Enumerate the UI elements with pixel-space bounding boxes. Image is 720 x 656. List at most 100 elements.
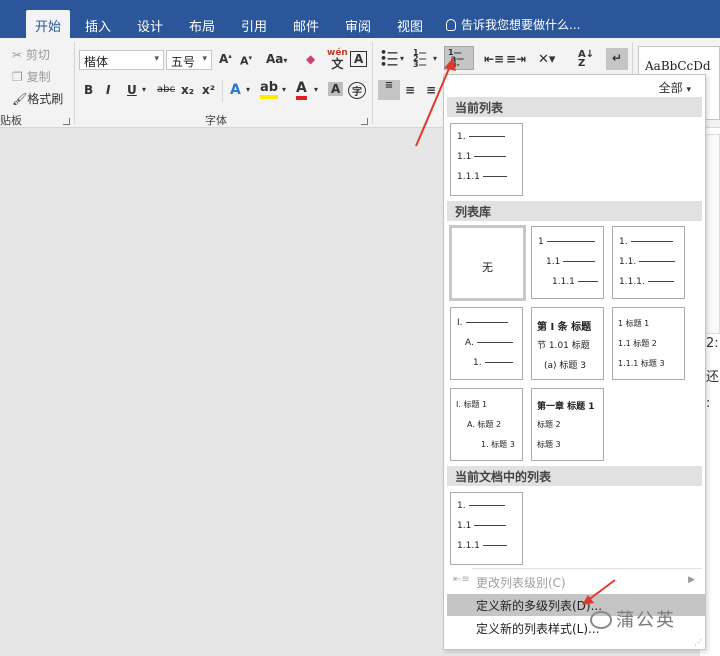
change-case-label: Aa [266,52,284,66]
chevron-down-icon[interactable]: ▾ [282,85,286,94]
strikethrough-button[interactable]: abc [157,84,175,95]
font-color-icon[interactable]: A [296,80,307,100]
subscript-button[interactable]: x₂ [181,83,194,97]
card-level: 第 I 条 标题 [537,322,592,333]
copy-button[interactable]: ❐ 复制 [12,68,51,85]
tell-me-box[interactable]: 告诉我您想要做什么... [446,16,580,33]
wechat-icon [590,611,612,629]
chevron-down-icon: ▾ [202,54,207,64]
list-card-document[interactable]: 1. 1.1 1.1.1 [450,492,523,565]
list-card-heading-roman[interactable]: I. 标题 1 A. 标题 2 1. 标题 3 [450,388,523,461]
copy-label: 复制 [26,70,51,84]
list-card-heading-numeric[interactable]: 1 标题 1 1.1 标题 2 1.1.1 标题 3 [612,307,685,380]
card-level: 1. [457,132,466,142]
doc-text-fragment: 还 [706,370,720,385]
phonetic-guide-button[interactable]: wén 文 [327,48,348,72]
section-list-library: 列表库 [447,201,702,221]
card-level: A. [465,338,474,348]
list-card-numeric-dot[interactable]: 1. 1.1. 1.1.1. [612,226,685,299]
font-family-value: 楷体 [84,55,109,69]
show-marks-icon[interactable]: ↵ [606,48,628,70]
card-level: 1. [473,358,482,368]
grow-font-icon[interactable]: A▴ [219,52,232,66]
tab-home[interactable]: 开始 [26,10,70,38]
shrink-font-icon[interactable]: A▾ [240,54,252,68]
font-family-combo[interactable]: 楷体 ▾ [79,50,164,70]
decrease-indent-icon[interactable]: ⇤≡ [484,52,504,66]
character-border-icon[interactable]: A [350,51,368,67]
font-size-combo[interactable]: 五号 ▾ [166,50,212,70]
phonetic-char: 文 [331,57,344,71]
change-case-button[interactable]: Aa▾ [266,52,287,66]
lightbulb-icon [446,19,456,31]
tab-insert[interactable]: 插入 [78,10,118,38]
define-multilevel-label: 定义新的多级列表(D)... [476,599,603,613]
list-card-numeric[interactable]: 1 1.1 1.1.1 [531,226,604,299]
doc-text-fragment: : [706,396,711,411]
superscript-button[interactable]: x² [202,83,215,97]
menu-separator [472,568,702,569]
chevron-down-icon[interactable]: ▾ [400,54,404,63]
text-effects-icon[interactable]: A [230,82,241,98]
card-level: 1.1 [457,152,472,162]
format-painter-button[interactable]: 🖌格式刷 [12,90,63,107]
highlight-icon[interactable]: ab [260,80,279,99]
character-shading-icon[interactable]: A [328,82,344,96]
chevron-down-icon[interactable]: ▾ [433,54,437,63]
bullets-icon[interactable]: •— •— •— [380,47,398,70]
increase-indent-icon[interactable]: ≡⇥ [506,52,526,66]
chevron-down-icon: ▾ [283,56,288,65]
align-center-icon[interactable]: ≡ [405,83,415,97]
card-level: 标题 2 [537,420,561,429]
multilevel-list-button[interactable]: 1— a— i- [444,46,474,70]
tell-me-text: 告诉我您想要做什么... [461,18,581,32]
numbering-icon[interactable]: 1— 2— 3— [413,49,427,69]
filter-all-button[interactable]: 全部 ▾ [659,79,691,96]
format-painter-label: 格式刷 [27,92,64,106]
list-card-chapter[interactable]: 第一章 标题 1 标题 2 标题 3 [531,388,604,461]
tab-mailings[interactable]: 邮件 [286,10,326,38]
align-left-icon[interactable]: ≡ [378,80,400,100]
tab-design[interactable]: 设计 [130,10,170,38]
page-thumbnail [704,134,720,334]
card-level: 1. 标题 3 [481,440,515,449]
asian-layout-icon[interactable]: ✕▾ [538,52,555,67]
tab-review[interactable]: 审阅 [338,10,378,38]
list-card-current[interactable]: 1. 1.1 1.1.1 [450,123,523,196]
enclose-character-icon[interactable]: 字 [348,82,366,99]
resize-grip-icon[interactable]: ⋰ [694,638,702,647]
clear-format-icon[interactable]: ◆ [306,52,315,66]
scissors-icon: ✂ [12,48,23,62]
align-right-icon[interactable]: ≡ [426,83,436,97]
indent-icon: ⇤≡ [453,574,470,585]
card-level: 1 标题 1 [618,319,650,328]
chevron-down-icon[interactable]: ▾ [142,85,146,94]
card-level: 1.1.1 标题 3 [618,359,665,368]
ribbon-tab-bar: 开始 插入 设计 布局 引用 邮件 审阅 视图 告诉我您想要做什么... [0,0,720,38]
chevron-down-icon: ▾ [686,85,691,95]
sort-icon[interactable]: A↓ Z [578,50,594,69]
chevron-down-icon[interactable]: ▾ [246,85,250,94]
section-document-lists: 当前文档中的列表 [447,466,702,486]
tab-references[interactable]: 引用 [234,10,274,38]
card-level: 1.1.1 [457,541,480,551]
italic-button[interactable]: I [106,83,110,97]
card-level: 1.1 [457,521,472,531]
section-current-list: 当前列表 [447,97,702,117]
clipboard-launcher-icon[interactable] [63,118,70,125]
cut-button[interactable]: ✂ 剪切 [12,46,50,63]
list-card-article-section[interactable]: 第 I 条 标题 节 1.01 标题 (a) 标题 3 [531,307,604,380]
tab-layout[interactable]: 布局 [182,10,222,38]
list-card-none[interactable]: 无 [449,225,526,301]
underline-button[interactable]: U [127,83,137,97]
change-list-level-item[interactable]: ⇤≡ 更改列表级别(C) ▶ [447,571,705,593]
list-card-roman[interactable]: I. A. 1. [450,307,523,380]
tab-view[interactable]: 视图 [390,10,430,38]
card-level: 标题 3 [537,440,561,449]
card-level: 1.1.1 [552,277,575,287]
chevron-down-icon[interactable]: ▾ [314,85,318,94]
card-level: I. [457,318,463,328]
filter-label: 全部 [658,81,683,95]
bold-button[interactable]: B [84,83,93,97]
font-launcher-icon[interactable] [361,118,368,125]
